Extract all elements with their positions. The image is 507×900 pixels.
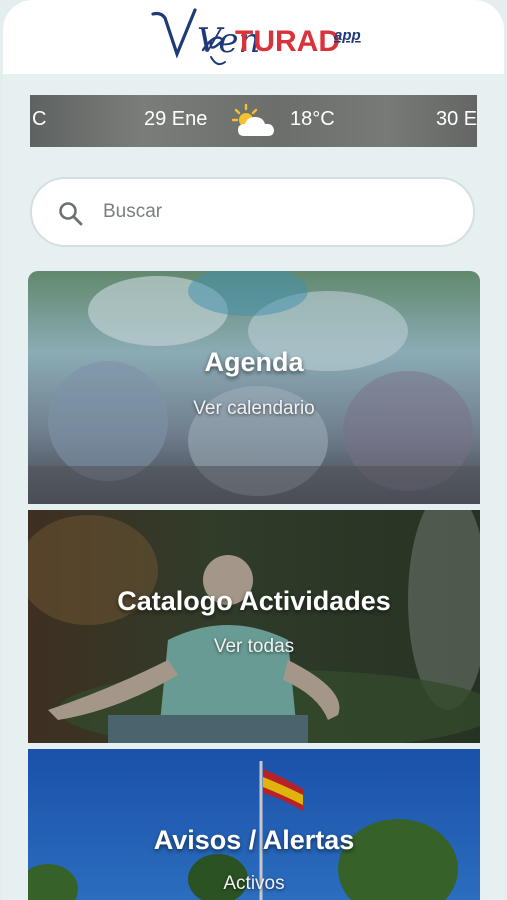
logo-caps-text: TURAD	[235, 25, 340, 58]
avisos-card[interactable]: Avisos / Alertas Activos	[28, 749, 480, 900]
catalogo-card[interactable]: Catalogo Actividades Ver todas	[28, 510, 480, 743]
app-screen: Ven TURAD app C 29 Ene 18°C 30 E Buscar …	[3, 0, 504, 900]
catalogo-title: Catalogo Actividades	[117, 586, 391, 616]
agenda-title: Agenda	[204, 347, 304, 377]
avisos-subtitle: Activos	[223, 873, 285, 894]
avisos-title: Avisos / Alertas	[153, 825, 355, 855]
catalogo-photo	[28, 510, 480, 743]
logo-sup-text: app	[334, 27, 361, 44]
catalogo-subtitle: Ver todas	[213, 636, 295, 657]
weather-next-date: 30 E	[436, 108, 477, 130]
agenda-photo	[28, 271, 480, 504]
agenda-card[interactable]: Agenda Ver calendario	[28, 271, 480, 504]
weather-temp: 18°C	[290, 108, 335, 130]
partly-cloudy-icon	[232, 103, 274, 136]
search-input[interactable]: Buscar	[30, 177, 475, 247]
agenda-subtitle: Ver calendario	[193, 398, 315, 419]
search-icon	[59, 202, 83, 226]
app-logo[interactable]: Ven TURAD app	[151, 2, 381, 72]
search-placeholder: Buscar	[103, 201, 163, 222]
weather-ticker[interactable]: C 29 Ene 18°C 30 E	[30, 95, 477, 147]
weather-date: 29 Ene	[144, 108, 208, 130]
weather-cell: C	[32, 108, 47, 130]
app-header: Ven TURAD app	[3, 0, 504, 74]
